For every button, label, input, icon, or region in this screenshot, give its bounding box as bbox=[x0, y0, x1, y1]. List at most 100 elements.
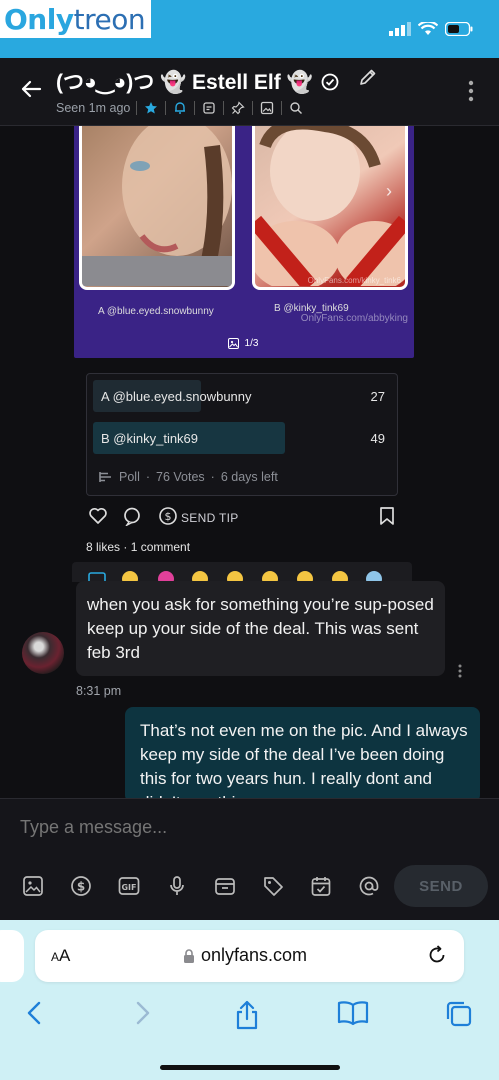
watermark-part2: treon bbox=[73, 2, 146, 36]
url-text: onlyfans.com bbox=[201, 945, 308, 965]
aa-label: A bbox=[59, 946, 71, 965]
comments-count[interactable]: 1 comment bbox=[131, 540, 190, 554]
poll-meta: Poll · 76 Votes · 6 days left bbox=[99, 470, 278, 484]
message-input[interactable] bbox=[20, 817, 460, 838]
share-icon[interactable] bbox=[234, 1000, 260, 1035]
dot-separator: · bbox=[123, 540, 131, 554]
poll: A @blue.eyed.snowbunny 27 B @kinky_tink6… bbox=[86, 373, 398, 496]
post-watermark: OnlyFans.com/abbyking bbox=[300, 313, 408, 324]
poll-time-left: 6 days left bbox=[220, 470, 278, 484]
calendar-check-icon[interactable] bbox=[309, 874, 333, 898]
contact-name[interactable]: (つ◕‿◕)つ 👻 Estell Elf 👻 bbox=[56, 66, 339, 96]
message-timestamp: 8:31 pm bbox=[76, 684, 122, 698]
wifi-icon bbox=[418, 22, 438, 35]
divider bbox=[194, 101, 196, 115]
tabs-icon[interactable] bbox=[445, 1000, 473, 1033]
outgoing-message[interactable]: That’s not even me on the pic. And I alw… bbox=[125, 707, 480, 803]
bell-icon[interactable] bbox=[172, 100, 188, 116]
image-watermark: OnlyFans.com/kinky_tink6 bbox=[307, 276, 401, 285]
dot-separator: · bbox=[145, 470, 151, 484]
poll-option-b[interactable]: B @kinky_tink69 49 bbox=[93, 422, 393, 454]
poll-option-votes: 49 bbox=[370, 431, 385, 446]
svg-text:$: $ bbox=[77, 880, 85, 894]
dollar-icon[interactable]: $ bbox=[69, 874, 93, 898]
gallery-icon bbox=[227, 337, 239, 349]
chat-header: (つ◕‿◕)つ 👻 Estell Elf 👻 Seen 1m ago bbox=[0, 58, 499, 126]
candidate-a-caption: A @blue.eyed.snowbunny bbox=[98, 306, 214, 317]
star-icon[interactable] bbox=[143, 100, 159, 116]
svg-text:$: $ bbox=[165, 510, 172, 523]
back-arrow-icon[interactable] bbox=[20, 78, 42, 105]
previous-tab[interactable] bbox=[0, 930, 24, 982]
poll-option-votes: 27 bbox=[370, 389, 385, 404]
outgoing-message-text: That’s not even me on the pic. And I alw… bbox=[140, 721, 468, 803]
bookmarks-icon[interactable] bbox=[337, 1000, 369, 1031]
divider bbox=[136, 101, 138, 115]
watermark-logo: Only treon bbox=[0, 0, 152, 38]
vault-icon[interactable] bbox=[213, 874, 237, 898]
last-seen: Seen 1m ago bbox=[56, 101, 131, 115]
microphone-icon[interactable] bbox=[165, 874, 189, 898]
send-tip-label[interactable]: SEND TIP bbox=[181, 511, 239, 525]
post-actions: $ SEND TIP bbox=[86, 506, 398, 532]
svg-text:GIF: GIF bbox=[121, 883, 136, 892]
dot-separator: · bbox=[210, 470, 215, 484]
url-display[interactable]: onlyfans.com bbox=[183, 945, 307, 966]
poll-option-label: A @blue.eyed.snowbunny bbox=[101, 389, 252, 404]
search-icon[interactable] bbox=[288, 100, 304, 116]
heart-icon[interactable] bbox=[88, 506, 108, 531]
post-stats: 8 likes · 1 comment bbox=[86, 540, 190, 554]
media-counter: 1/3 bbox=[212, 330, 274, 356]
signal-icon bbox=[389, 22, 411, 36]
likes-count[interactable]: 8 likes bbox=[86, 540, 120, 554]
gif-icon[interactable]: GIF bbox=[117, 874, 141, 898]
candidate-b-image: OnlyFans.com/kinky_tink6 bbox=[252, 126, 408, 290]
back-icon[interactable] bbox=[24, 1000, 46, 1031]
poll-type: Poll bbox=[119, 470, 140, 484]
reload-icon[interactable] bbox=[426, 944, 448, 971]
battery-icon bbox=[445, 22, 473, 36]
reader-settings-button[interactable]: AA bbox=[51, 946, 70, 966]
avatar[interactable] bbox=[22, 632, 64, 674]
divider bbox=[252, 101, 254, 115]
browser-chrome: AA onlyfans.com bbox=[0, 920, 499, 1080]
chevron-right-icon[interactable]: › bbox=[386, 181, 392, 202]
address-bar[interactable]: AA onlyfans.com bbox=[35, 930, 464, 982]
home-indicator[interactable] bbox=[160, 1065, 340, 1070]
comment-icon[interactable] bbox=[122, 506, 142, 531]
mention-icon[interactable] bbox=[357, 874, 381, 898]
system-icons bbox=[389, 22, 473, 36]
reaction-bar[interactable] bbox=[72, 562, 412, 582]
poll-votes-total: 76 Votes bbox=[156, 470, 205, 484]
verified-icon bbox=[321, 73, 338, 91]
incoming-message[interactable]: when you ask for something you’re sup-po… bbox=[76, 581, 445, 676]
forward-icon[interactable] bbox=[131, 1000, 153, 1031]
bookmark-icon[interactable] bbox=[378, 506, 396, 531]
image-icon[interactable] bbox=[259, 100, 275, 116]
poll-option-a[interactable]: A @blue.eyed.snowbunny 27 bbox=[93, 380, 393, 412]
send-tip-button[interactable]: $ bbox=[158, 506, 178, 531]
header-subline: Seen 1m ago bbox=[56, 100, 304, 116]
send-button[interactable]: SEND bbox=[394, 865, 488, 907]
poll-icon bbox=[99, 472, 111, 482]
poll-option-label: B @kinky_tink69 bbox=[101, 431, 199, 446]
browser-toolbar bbox=[0, 998, 499, 1038]
more-icon[interactable] bbox=[468, 80, 474, 107]
incoming-message-text: when you ask for something you’re sup-po… bbox=[87, 595, 434, 662]
image-icon[interactable] bbox=[21, 874, 45, 898]
message-composer: $ GIF SEND bbox=[0, 798, 499, 920]
note-icon[interactable] bbox=[201, 100, 217, 116]
message-more-icon[interactable] bbox=[458, 664, 462, 683]
pin-icon[interactable] bbox=[230, 100, 246, 116]
status-bar: Only treon bbox=[0, 0, 499, 58]
contact-name-text: (つ◕‿◕)つ 👻 Estell Elf 👻 bbox=[56, 71, 313, 94]
divider bbox=[281, 101, 283, 115]
watermark-part1: Only bbox=[4, 2, 74, 36]
divider bbox=[223, 101, 225, 115]
divider bbox=[165, 101, 167, 115]
candidate-a-image bbox=[79, 126, 235, 290]
media-counter-text: 1/3 bbox=[244, 337, 259, 349]
pencil-icon[interactable] bbox=[358, 67, 378, 92]
post-media[interactable]: OnlyFans.com/kinky_tink6 › A @blue.eyed.… bbox=[74, 126, 414, 358]
price-tag-icon[interactable] bbox=[261, 874, 285, 898]
